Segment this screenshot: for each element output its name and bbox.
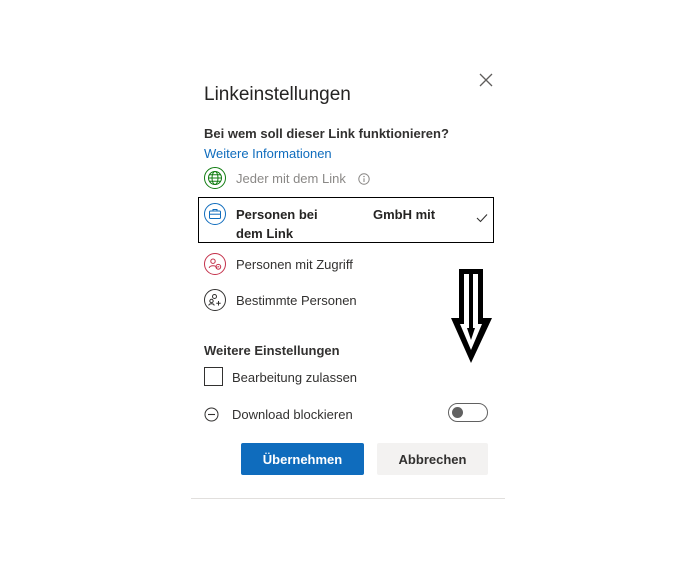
globe-icon [204, 167, 226, 189]
more-info-link[interactable]: Weitere Informationen [204, 146, 332, 161]
more-settings-heading: Weitere Einstellungen [204, 343, 340, 358]
info-icon [358, 172, 370, 190]
option-organization-label-line1: Personen bei [236, 207, 318, 222]
dialog-title: Linkeinstellungen [204, 84, 351, 105]
annotation-arrow-icon [451, 269, 492, 363]
block-download-label: Download blockieren [232, 407, 353, 422]
block-download-toggle[interactable] [448, 403, 488, 422]
option-specific-people[interactable]: Bestimmte Personen [204, 289, 404, 313]
specific-people-icon [204, 289, 226, 311]
option-anyone-label: Jeder mit dem Link [236, 171, 346, 186]
allow-editing-checkbox[interactable] [204, 367, 223, 386]
allow-editing-label: Bearbeitung zulassen [232, 370, 358, 385]
option-people-with-access[interactable]: Personen mit Zugriff [204, 253, 404, 277]
option-anyone[interactable]: Jeder mit dem Link [204, 167, 404, 191]
apply-button[interactable]: Übernehmen [241, 443, 364, 475]
people-access-icon [204, 253, 226, 275]
audience-question: Bei wem soll dieser Link funktionieren? [204, 126, 449, 141]
block-download-icon [204, 407, 219, 427]
cancel-button[interactable]: Abbrechen [377, 443, 488, 475]
option-specific-people-label: Bestimmte Personen [236, 293, 357, 308]
option-organization-label-line2: dem Link [236, 226, 294, 241]
close-icon [479, 73, 493, 87]
option-people-with-access-label: Personen mit Zugriff [236, 257, 353, 272]
close-button[interactable] [476, 70, 496, 90]
toggle-knob [452, 407, 463, 418]
option-organization-name: GmbH mit [373, 207, 436, 222]
checkmark-icon [476, 210, 488, 228]
briefcase-icon [204, 203, 226, 225]
bottom-divider [191, 498, 505, 499]
